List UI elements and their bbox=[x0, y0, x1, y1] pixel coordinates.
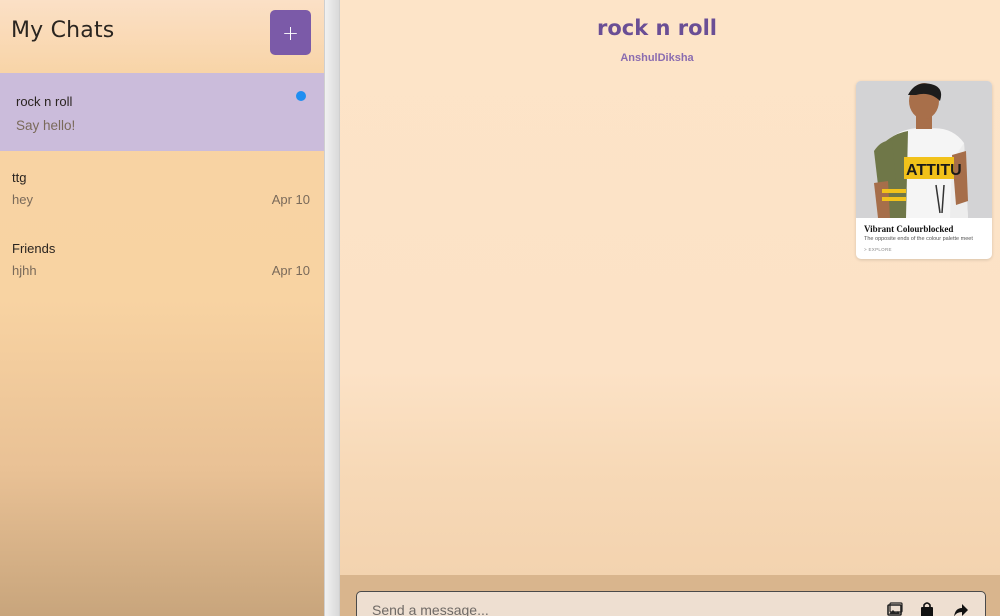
chat-last-message: Say hello! bbox=[16, 118, 76, 133]
new-chat-button[interactable]: + bbox=[270, 10, 311, 55]
share-icon[interactable] bbox=[952, 601, 970, 616]
sidebar-header: My Chats + bbox=[0, 0, 324, 70]
product-explore-link[interactable]: > EXPLORE bbox=[864, 247, 892, 252]
product-subtitle: The opposite ends of the colour palette … bbox=[864, 236, 973, 242]
chat-name: ttg bbox=[12, 170, 27, 185]
composer-area bbox=[340, 575, 1000, 616]
chat-name: Friends bbox=[12, 241, 56, 256]
svg-text:ATTITU: ATTITU bbox=[906, 162, 962, 179]
message-input[interactable] bbox=[372, 601, 842, 616]
chat-item-rock-n-roll[interactable]: rock n roll Say hello! bbox=[0, 73, 324, 151]
unread-dot-icon bbox=[296, 91, 306, 101]
chat-date: Apr 10 bbox=[271, 263, 310, 278]
room-members: AnshulDiksha bbox=[620, 52, 694, 64]
sidebar-title: My Chats bbox=[11, 18, 115, 43]
chat-date: Apr 10 bbox=[271, 192, 310, 207]
chat-last-message: hey bbox=[12, 192, 33, 207]
product-photo-icon: ATTITU bbox=[856, 81, 992, 218]
panel-resize-handle[interactable] bbox=[324, 0, 340, 616]
chat-main: rock n roll AnshulDiksha ATTITU Vibrant … bbox=[340, 0, 1000, 616]
message-composer bbox=[356, 591, 986, 616]
chat-last-message: hjhh bbox=[12, 263, 37, 278]
room-title: rock n roll bbox=[597, 16, 717, 40]
product-title: Vibrant Colourblocked bbox=[864, 224, 954, 234]
shopping-bag-icon[interactable] bbox=[918, 601, 936, 616]
chat-item-ttg[interactable]: ttg hey Apr 10 bbox=[0, 160, 324, 222]
chat-name: rock n roll bbox=[16, 94, 73, 109]
chat-item-friends[interactable]: Friends hjhh Apr 10 bbox=[0, 231, 324, 293]
image-icon[interactable] bbox=[886, 601, 904, 616]
product-image: ATTITU bbox=[856, 81, 992, 218]
chat-sidebar: My Chats + rock n roll Say hello! ttg he… bbox=[0, 0, 324, 616]
shared-product-card[interactable]: ATTITU Vibrant Colourblocked The opposit… bbox=[856, 81, 992, 259]
